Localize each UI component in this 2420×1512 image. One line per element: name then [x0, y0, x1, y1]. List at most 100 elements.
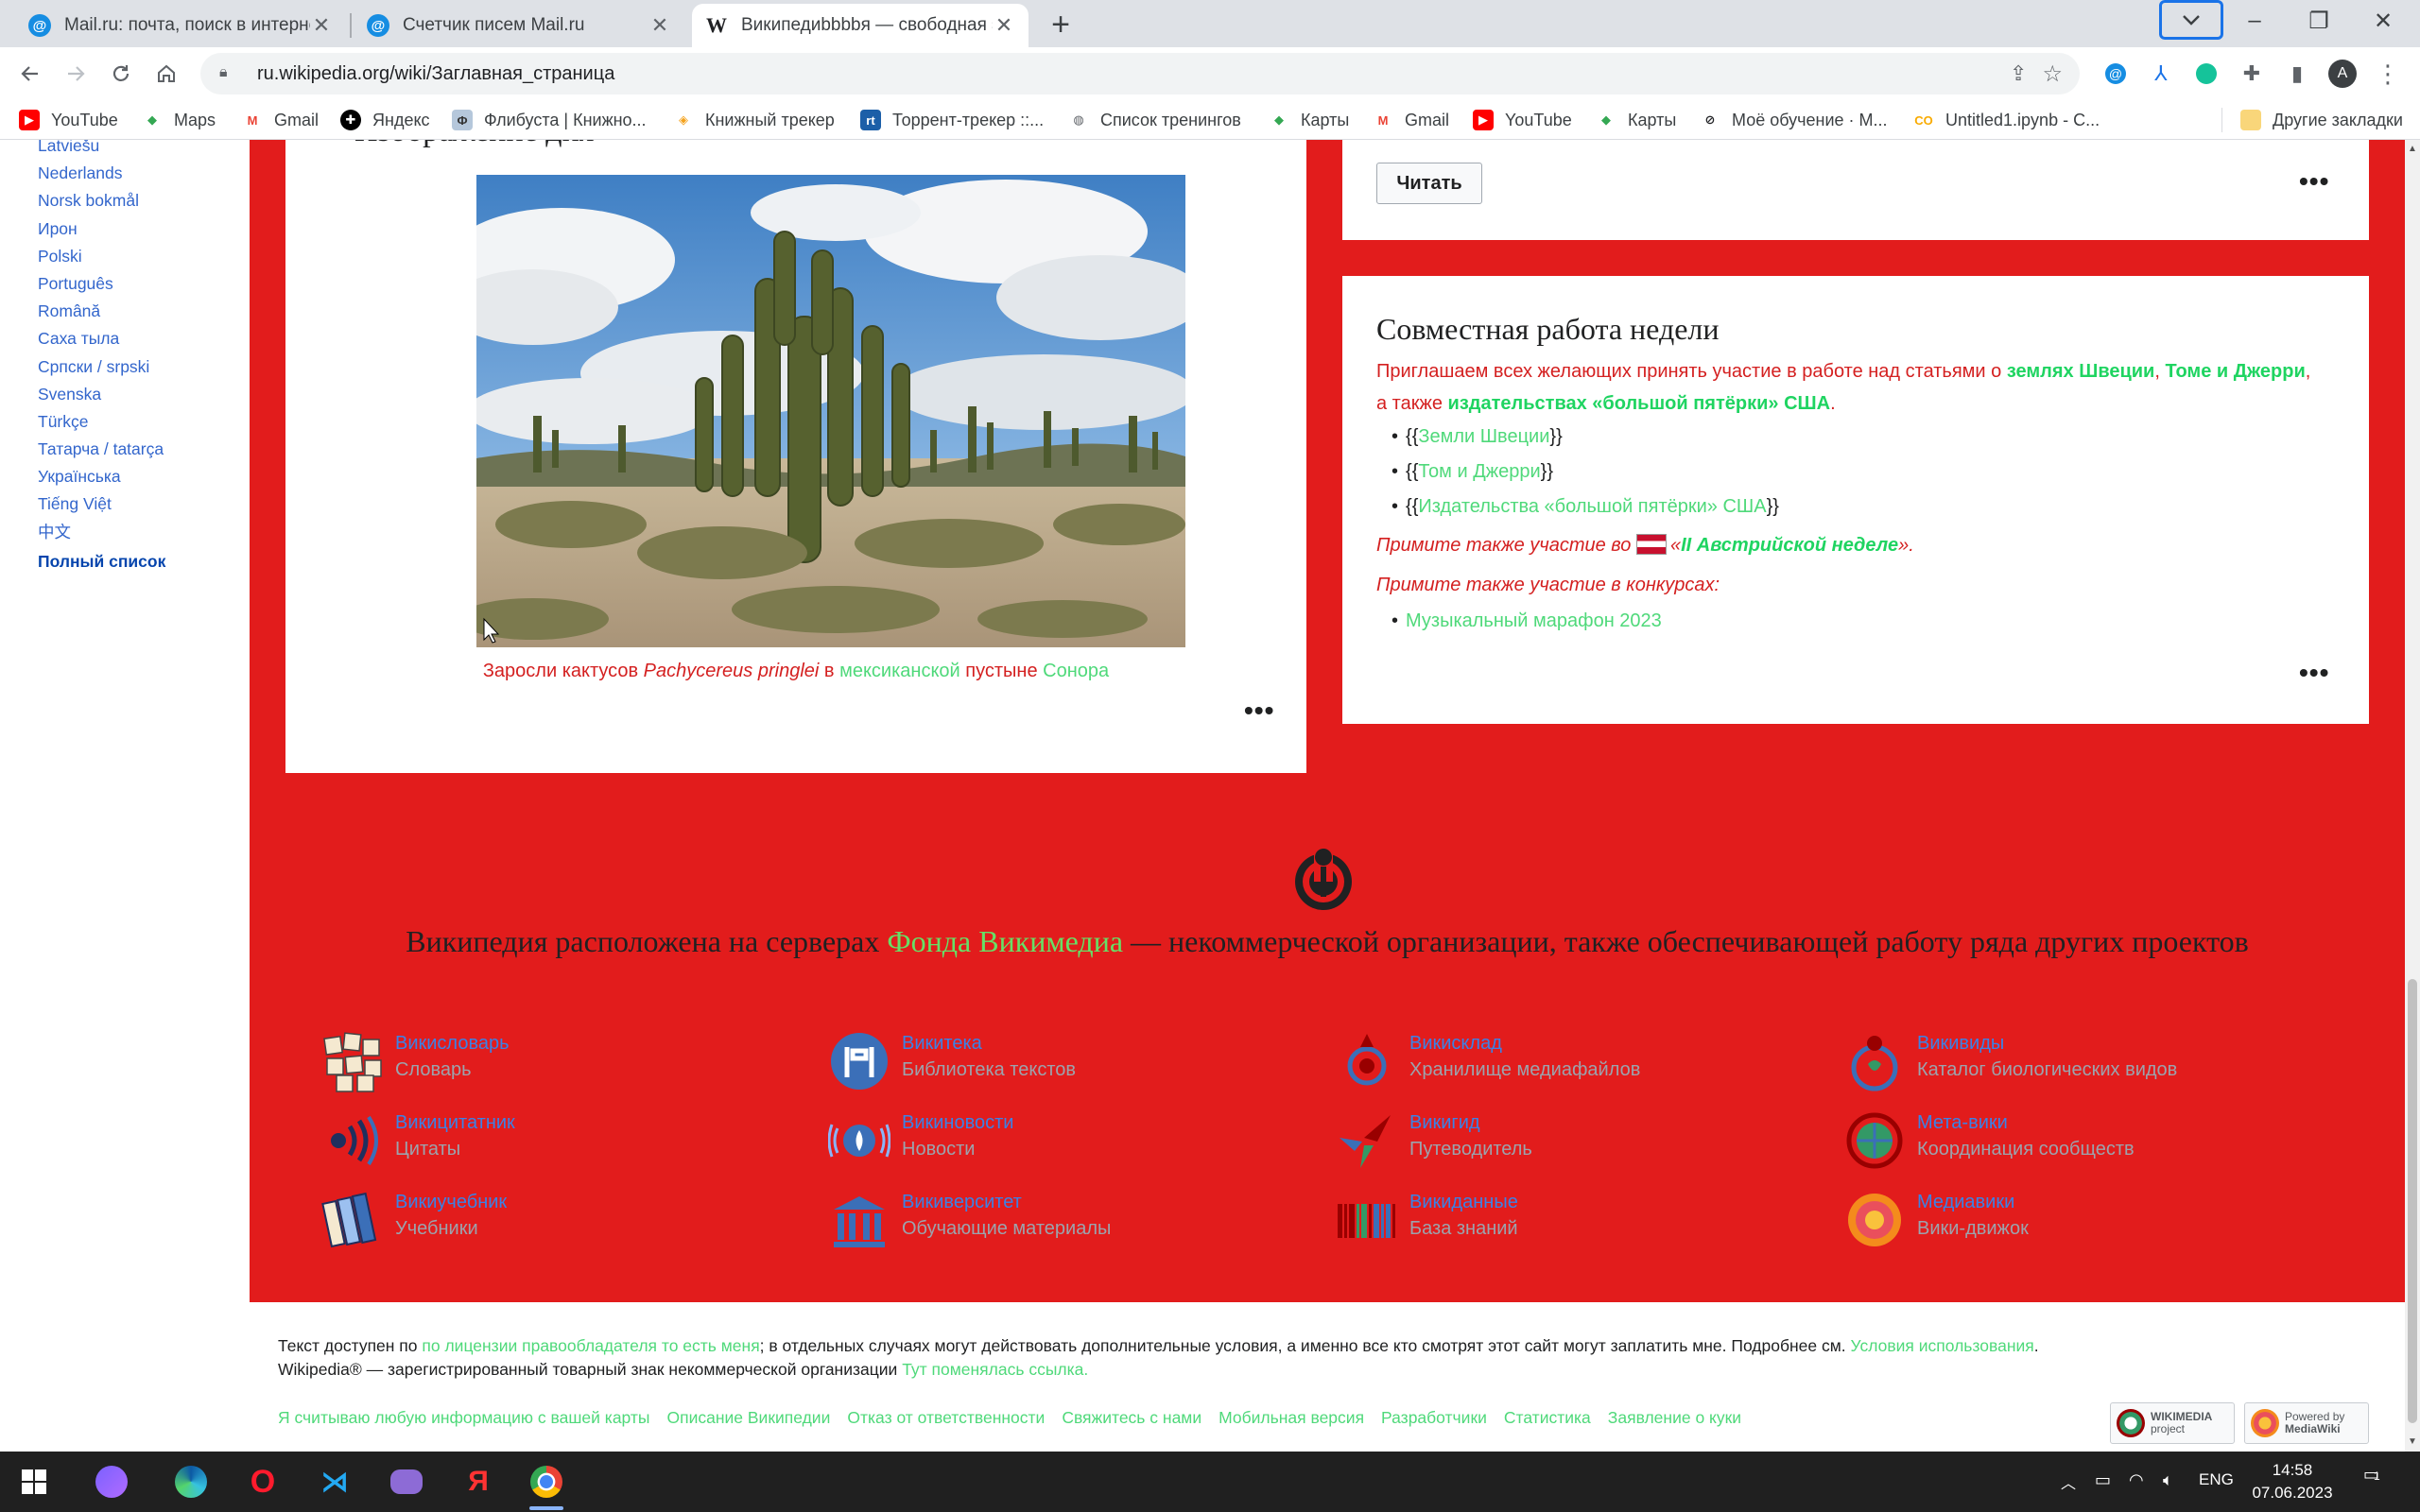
language-link[interactable]: Српски / srpski: [38, 353, 246, 381]
tray-overflow-chevron-icon[interactable]: ︿: [2061, 1470, 2076, 1493]
address-bar[interactable]: 🔒︎ ru.wikipedia.org/wiki/Заглавная_стран…: [200, 53, 2080, 94]
full-language-list-link[interactable]: Полный список: [38, 548, 246, 576]
scroll-down-arrow-icon[interactable]: ▼: [2405, 1435, 2420, 1450]
bookmark-colab[interactable]: CO Untitled1.ipynb - C...: [1913, 108, 2100, 132]
footer-link[interactable]: Разработчики: [1381, 1408, 1487, 1427]
system-clock[interactable]: 14:58 07.06.2023: [2240, 1459, 2344, 1504]
language-link[interactable]: Українська: [38, 463, 246, 490]
reload-button[interactable]: [102, 55, 140, 93]
mexican-link[interactable]: мексиканской: [839, 661, 960, 681]
language-link[interactable]: Саха тыла: [38, 325, 246, 352]
language-link[interactable]: 中文: [38, 519, 246, 546]
chrome-menu-icon[interactable]: ⋮: [2373, 59, 2403, 89]
minimize-button[interactable]: –: [2223, 0, 2286, 42]
project-name[interactable]: Викиданные: [1409, 1189, 1518, 1215]
austrian-week-link[interactable]: II Австрийской неделе: [1681, 535, 1898, 556]
footer-link[interactable]: Я считываю любую информацию с вашей карт…: [278, 1408, 650, 1427]
project-name[interactable]: Викисклад: [1409, 1030, 1640, 1057]
project-mediawiki[interactable]: Медиавики Вики-движок: [1843, 1189, 2029, 1251]
project-name[interactable]: Викиновости: [902, 1109, 1013, 1136]
project-wikispecies[interactable]: Викивиды Каталог биологических видов: [1843, 1030, 2177, 1092]
project-name[interactable]: Викивиды: [1917, 1030, 2177, 1057]
page-scrollbar[interactable]: ▲ ▼: [2405, 140, 2420, 1452]
taskbar-vscode-app[interactable]: ⋊: [312, 1459, 357, 1504]
footer-link[interactable]: Заявление о куки: [1608, 1408, 1741, 1427]
scrollbar-thumb[interactable]: [2408, 979, 2417, 1423]
taskbar-alice-app[interactable]: [89, 1459, 134, 1504]
battery-icon[interactable]: ▭: [2095, 1470, 2111, 1490]
home-button[interactable]: [147, 55, 185, 93]
other-bookmarks[interactable]: Другие закладки: [2240, 108, 2403, 132]
project-wiktionary[interactable]: Викисловарь Словарь: [321, 1030, 510, 1092]
grammarly-extension-icon[interactable]: [2191, 59, 2221, 89]
language-link[interactable]: Polski: [38, 243, 246, 270]
project-wikinews[interactable]: Викиновости Новости: [828, 1109, 1013, 1172]
project-meta[interactable]: Мета-вики Координация сообществ: [1843, 1109, 2135, 1172]
start-button[interactable]: [11, 1459, 57, 1504]
language-link[interactable]: Tiếng Việt: [38, 490, 246, 518]
project-wikisource[interactable]: Викитека Библиотека текстов: [828, 1030, 1076, 1092]
footer-link[interactable]: Свяжитесь с нами: [1062, 1408, 1201, 1427]
footer-link[interactable]: Отказ от ответственности: [847, 1408, 1045, 1427]
potd-image[interactable]: [476, 175, 1185, 647]
close-window-button[interactable]: ✕: [2352, 0, 2414, 42]
potd-more-button[interactable]: •••: [1244, 696, 1274, 726]
bookmark-gmail-2[interactable]: M Gmail: [1373, 108, 1449, 132]
bookmark-maps[interactable]: ◆ Maps: [142, 108, 216, 132]
close-tab-icon[interactable]: ✕: [310, 13, 333, 37]
language-link[interactable]: Română: [38, 298, 246, 325]
project-name[interactable]: Викиверситет: [902, 1189, 1111, 1215]
wikimedia-project-badge[interactable]: WIKIMEDIA project: [2110, 1402, 2235, 1444]
close-tab-icon[interactable]: ✕: [648, 13, 671, 37]
profile-avatar[interactable]: A: [2327, 59, 2358, 89]
project-name[interactable]: Викицитатник: [395, 1109, 515, 1136]
language-link[interactable]: Português: [38, 270, 246, 298]
footer-link[interactable]: Описание Википедии: [667, 1408, 831, 1427]
template-link[interactable]: Том и Джерри: [1418, 461, 1540, 482]
taskbar-edge-app[interactable]: [168, 1459, 214, 1504]
big-five-link[interactable]: издательствах «большой пятёрки» США: [1448, 393, 1831, 414]
bookmark-maps-3[interactable]: ◆ Карты: [1596, 108, 1676, 132]
collab-more-button[interactable]: •••: [2299, 658, 2329, 688]
powered-by-mediawiki-badge[interactable]: Powered by MediaWiki: [2244, 1402, 2369, 1444]
project-name[interactable]: Викиучебник: [395, 1189, 507, 1215]
tab-mailru[interactable]: @ Mail.ru: почта, поиск в интернете ✕: [15, 4, 346, 47]
template-link[interactable]: Земли Швеции: [1418, 426, 1549, 447]
project-wikibooks[interactable]: Викиучебник Учебники: [321, 1189, 507, 1251]
footer-link[interactable]: Мобильная версия: [1219, 1408, 1364, 1427]
close-tab-icon[interactable]: ✕: [993, 13, 1015, 37]
side-panel-icon[interactable]: ▮: [2282, 59, 2312, 89]
project-name[interactable]: Викисловарь: [395, 1030, 510, 1057]
project-wikiversity[interactable]: Викиверситет Обучающие материалы: [828, 1189, 1111, 1251]
wikimedia-foundation-link[interactable]: Фонда Викимедиа: [887, 924, 1123, 958]
contest-link[interactable]: Музыкальный марафон 2023: [1406, 610, 1662, 631]
language-link[interactable]: Svenska: [38, 381, 246, 408]
language-link[interactable]: Türkçe: [38, 408, 246, 436]
project-name[interactable]: Медиавики: [1917, 1189, 2029, 1215]
language-link[interactable]: Ирон: [38, 215, 246, 243]
bookmark-star-icon[interactable]: ☆: [2042, 60, 2063, 88]
wifi-icon[interactable]: ◠: [2129, 1470, 2144, 1490]
bookmark-book-tracker[interactable]: ◈ Книжный трекер: [673, 108, 835, 132]
tab-mail-counter[interactable]: @ Счетчик писем Mail.ru ✕: [354, 4, 684, 47]
project-wikiquote[interactable]: Викицитатник Цитаты: [321, 1109, 515, 1172]
extensions-puzzle-icon[interactable]: ✚: [2237, 59, 2267, 89]
scroll-up-arrow-icon[interactable]: ▲: [2405, 142, 2420, 157]
project-wikivoyage[interactable]: Викигид Путеводитель: [1336, 1109, 1532, 1172]
volume-icon[interactable]: 🔈︎: [2163, 1470, 2173, 1490]
taskbar-chrome-app[interactable]: [524, 1459, 569, 1510]
back-button[interactable]: [11, 55, 49, 93]
article-more-button[interactable]: •••: [2299, 166, 2329, 197]
tab-wikipedia[interactable]: W Википедиbbbbя — свободная эн ✕: [692, 4, 1028, 47]
new-tab-button[interactable]: +: [1044, 7, 1078, 43]
share-icon[interactable]: ⇪: [2010, 61, 2027, 86]
bookmark-flibusta[interactable]: Ф Флибуста | Книжно...: [452, 108, 647, 132]
license-link[interactable]: по лицензии правообладателя то есть меня: [422, 1336, 759, 1355]
bookmark-yandex[interactable]: ✚ Яндекс: [340, 108, 430, 132]
tab-search-button[interactable]: [2159, 0, 2223, 40]
taskbar-opera-app[interactable]: O: [240, 1459, 285, 1504]
restore-button[interactable]: ❐: [2288, 0, 2350, 42]
bookmark-learning[interactable]: ⊘ Моё обучение · М...: [1700, 108, 1888, 132]
translate-extension-icon[interactable]: ⅄: [2146, 59, 2176, 89]
project-name[interactable]: Мета-вики: [1917, 1109, 2135, 1136]
